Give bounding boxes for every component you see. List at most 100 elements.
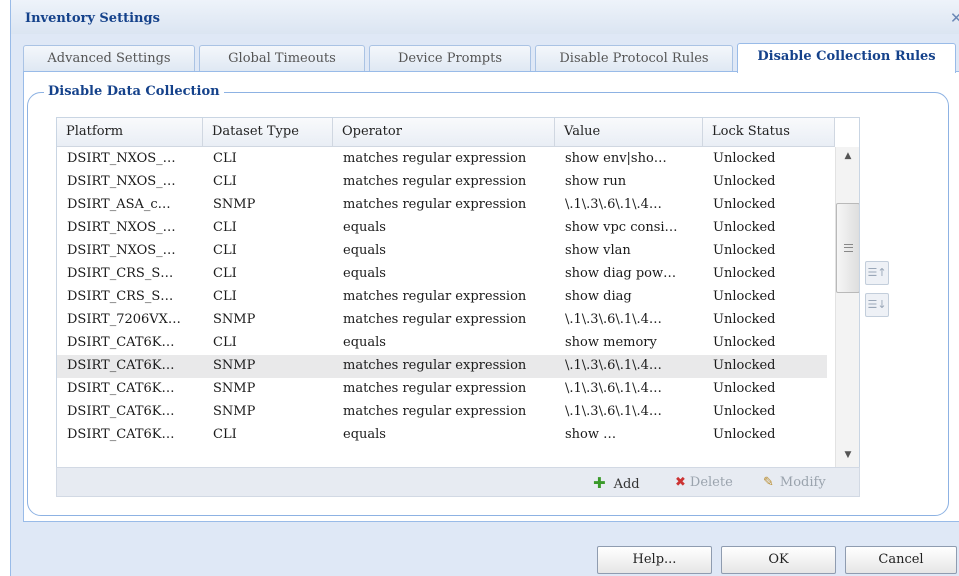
cell-operator: matches regular expression: [343, 358, 527, 373]
cell-value: show run: [565, 174, 627, 189]
tab-global-timeouts[interactable]: Global Timeouts: [199, 45, 365, 71]
cell-dataset-type: SNMP: [213, 358, 256, 373]
table-row[interactable]: DSIRT_NXOS_… CLI equals show vlan Unlocked: [57, 240, 827, 263]
table-row[interactable]: DSIRT_CAT6K… SNMP matches regular expressi…: [57, 355, 827, 378]
cell-dataset-type: CLI: [213, 427, 237, 442]
cell-lock-status: Unlocked: [713, 151, 776, 166]
delete-button[interactable]: ✖ Delete: [675, 474, 733, 492]
dialog-title: Inventory Settings: [25, 11, 160, 26]
cell-dataset-type: CLI: [213, 151, 237, 166]
scroll-up-arrow-icon[interactable]: ▲: [843, 151, 853, 161]
tab-strip: Advanced Settings Global Timeouts Device…: [11, 34, 959, 73]
collection-rules-grid: Platform Dataset Type Operator Value Loc…: [56, 117, 860, 469]
table-row[interactable]: DSIRT_NXOS_… CLI equals show vpc consi… Unlo…: [57, 217, 827, 240]
scrollbar-grip-icon: [844, 244, 853, 252]
cell-value: show vlan: [565, 243, 631, 258]
cell-platform: DSIRT_ASA_c…: [67, 197, 171, 212]
table-row[interactable]: DSIRT_CAT6K… CLI equals show memory Unlocked: [57, 332, 827, 355]
cell-dataset-type: CLI: [213, 266, 237, 281]
cell-lock-status: Unlocked: [713, 335, 776, 350]
table-row[interactable]: DSIRT_ASA_c… SNMP matches regular expressi…: [57, 194, 827, 217]
cell-dataset-type: CLI: [213, 174, 237, 189]
cell-operator: equals: [343, 243, 386, 258]
cell-operator: matches regular expression: [343, 381, 527, 396]
cell-platform: DSIRT_CRS_S…: [67, 266, 174, 281]
cell-lock-status: Unlocked: [713, 404, 776, 419]
cell-value: show env|sho…: [565, 151, 667, 166]
cell-platform: DSIRT_CAT6K…: [67, 335, 175, 350]
modify-button[interactable]: ✎ Modify: [763, 474, 826, 492]
scrollbar-thumb[interactable]: [836, 203, 859, 293]
cell-value: show …: [565, 427, 617, 442]
cell-lock-status: Unlocked: [713, 312, 776, 327]
column-header-lock-status[interactable]: Lock Status: [703, 118, 835, 147]
cell-platform: DSIRT_NXOS_…: [67, 174, 176, 189]
cell-operator: equals: [343, 427, 386, 442]
grid-toolbar: ✚ Add ✖ Delete ✎ Modify: [56, 467, 860, 497]
table-row[interactable]: DSIRT_CAT6K… CLI equals show … Unlocked: [57, 424, 827, 447]
cell-dataset-type: SNMP: [213, 381, 256, 396]
help-button[interactable]: Help...: [597, 546, 712, 574]
cell-operator: equals: [343, 266, 386, 281]
column-header-operator[interactable]: Operator: [333, 118, 555, 147]
cell-operator: matches regular expression: [343, 404, 527, 419]
cell-dataset-type: CLI: [213, 335, 237, 350]
column-header-platform[interactable]: Platform: [57, 118, 203, 147]
table-row[interactable]: DSIRT_7206VX… SNMP matches regular express…: [57, 309, 827, 332]
cell-platform: DSIRT_CRS_S…: [67, 289, 174, 304]
table-row[interactable]: DSIRT_CAT6K… SNMP matches regular expressi…: [57, 378, 827, 401]
grid-header: Platform Dataset Type Operator Value Loc…: [57, 118, 835, 147]
add-button[interactable]: ✚ Add: [593, 474, 640, 492]
modify-label: Modify: [779, 475, 826, 490]
fieldset-legend: Disable Data Collection: [44, 84, 224, 99]
cell-dataset-type: SNMP: [213, 312, 256, 327]
cell-operator: matches regular expression: [343, 289, 527, 304]
close-icon[interactable]: ✕: [950, 9, 959, 25]
table-row[interactable]: DSIRT_CRS_S… CLI equals show diag pow… Unloc…: [57, 263, 827, 286]
column-header-value[interactable]: Value: [555, 118, 703, 147]
cell-dataset-type: SNMP: [213, 197, 256, 212]
cell-dataset-type: CLI: [213, 243, 237, 258]
cell-platform: DSIRT_NXOS_…: [67, 151, 176, 166]
cell-value: \.1\.3\.6\.1\.4…: [565, 197, 662, 212]
cell-value: \.1\.3\.6\.1\.4…: [565, 312, 662, 327]
column-header-dataset-type[interactable]: Dataset Type: [203, 118, 333, 147]
tab-advanced-settings[interactable]: Advanced Settings: [23, 45, 195, 71]
cell-lock-status: Unlocked: [713, 381, 776, 396]
cell-lock-status: Unlocked: [713, 427, 776, 442]
cancel-button[interactable]: Cancel: [845, 546, 957, 574]
table-row[interactable]: DSIRT_NXOS_… CLI matches regular expressio…: [57, 171, 827, 194]
move-down-button[interactable]: ☰↓: [865, 293, 889, 317]
cell-value: show diag pow…: [565, 266, 677, 281]
move-down-icon: ☰↓: [867, 298, 887, 311]
move-up-button[interactable]: ☰↑: [865, 261, 889, 285]
cell-dataset-type: SNMP: [213, 404, 256, 419]
cell-lock-status: Unlocked: [713, 243, 776, 258]
cell-operator: equals: [343, 220, 386, 235]
delete-label: Delete: [689, 475, 733, 490]
cell-operator: matches regular expression: [343, 174, 527, 189]
cell-lock-status: Unlocked: [713, 197, 776, 212]
add-icon: ✚: [593, 474, 606, 492]
cell-operator: equals: [343, 335, 386, 350]
tab-device-prompts[interactable]: Device Prompts: [369, 45, 531, 71]
table-row[interactable]: DSIRT_CRS_S… CLI matches regular expressio…: [57, 286, 827, 309]
table-row[interactable]: DSIRT_CAT6K… SNMP matches regular expressi…: [57, 401, 827, 424]
scroll-down-arrow-icon[interactable]: ▼: [843, 450, 853, 460]
tab-disable-collection-rules[interactable]: Disable Collection Rules: [737, 43, 956, 73]
cell-lock-status: Unlocked: [713, 220, 776, 235]
ok-button[interactable]: OK: [721, 546, 836, 574]
cell-operator: matches regular expression: [343, 197, 527, 212]
cell-lock-status: Unlocked: [713, 174, 776, 189]
table-row[interactable]: DSIRT_NXOS_… CLI matches regular expressio…: [57, 148, 827, 171]
cell-value: show diag: [565, 289, 632, 304]
add-label: Add: [613, 477, 640, 492]
grid-vertical-scrollbar[interactable]: ▲ ▼: [835, 147, 859, 468]
dialog-titlebar: Inventory Settings ✕: [11, 0, 959, 34]
cell-lock-status: Unlocked: [713, 289, 776, 304]
grid-body: DSIRT_NXOS_… CLI matches regular expressio…: [57, 148, 827, 468]
cell-platform: DSIRT_CAT6K…: [67, 358, 175, 373]
cell-platform: DSIRT_7206VX…: [67, 312, 181, 327]
tab-disable-protocol-rules[interactable]: Disable Protocol Rules: [535, 45, 733, 71]
cell-operator: matches regular expression: [343, 151, 527, 166]
